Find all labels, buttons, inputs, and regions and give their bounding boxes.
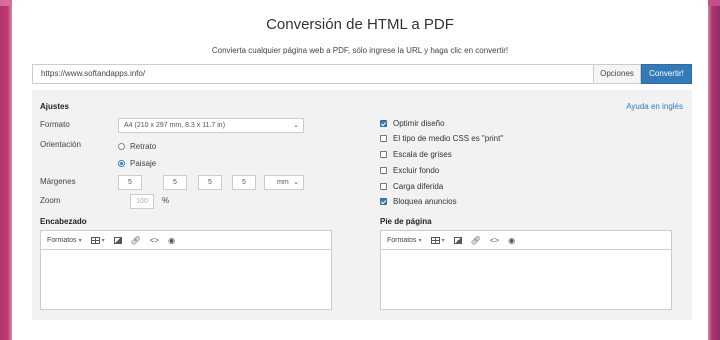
link-button[interactable]: 🔗︎ (471, 236, 481, 245)
radio-landscape-label: Paisaje (130, 159, 157, 168)
radio-portrait[interactable]: Retrato (118, 142, 156, 151)
table-icon (90, 236, 100, 244)
chevron-down-icon: ▾ (101, 237, 105, 244)
checkbox-block-ads[interactable]: Bloquea anuncios (380, 197, 457, 206)
convert-button[interactable]: Convertir! (641, 64, 692, 84)
url-bar: https://www.softandapps.info/ Opciones C… (32, 64, 692, 84)
table-icon (430, 236, 440, 244)
url-input[interactable]: https://www.softandapps.info/ (32, 64, 593, 84)
preview-button[interactable]: ◉ (508, 236, 515, 245)
radio-landscape[interactable]: Paisaje (118, 159, 156, 168)
image-button[interactable] (113, 236, 122, 244)
margins-label: Márgenes (40, 177, 76, 186)
checkbox-indicator[interactable] (380, 135, 387, 142)
margin-left-input[interactable]: 5 (232, 175, 256, 190)
formats-dropdown[interactable]: Formatos ▾ (387, 237, 422, 244)
checkbox-label: Excluir fondo (393, 166, 440, 175)
chevron-down-icon: ⌄ (293, 122, 299, 129)
code-icon: <> (489, 235, 500, 245)
footer-editor-toolbar: Formatos ▾ ▾ 🔗︎ <> ◉ (381, 231, 671, 250)
checkbox-label: El tipo de medio CSS es "print" (393, 134, 504, 143)
page-title: Conversión de HTML a PDF (266, 16, 454, 33)
table-button[interactable]: ▾ (430, 236, 445, 244)
page: Conversión de HTML a PDF Convierta cualq… (12, 0, 708, 340)
orientation-label: Orientación (40, 140, 81, 149)
checkbox-indicator[interactable] (380, 183, 387, 190)
footer-editor[interactable]: Formatos ▾ ▾ 🔗︎ <> ◉ (380, 230, 672, 310)
zoom-unit: % (162, 196, 170, 205)
format-label: Formato (40, 120, 70, 129)
margin-unit-value: mm (277, 179, 289, 186)
preview-icon: ◉ (508, 235, 516, 245)
settings-panel: Ajustes Ayuda en inglés Formato A4 (210 … (32, 90, 692, 320)
checkbox-optimize-layout[interactable]: Optimir diseño (380, 119, 445, 128)
checkbox-exclude-background[interactable]: Excluir fondo (380, 166, 439, 175)
header-editor[interactable]: Formatos ▾ ▾ 🔗︎ <> ◉ (40, 230, 332, 310)
image-icon (453, 236, 462, 244)
code-button[interactable]: <> (150, 236, 159, 245)
footer-editor-title: Pie de página (380, 217, 432, 226)
image-button[interactable] (453, 236, 462, 244)
checkbox-indicator[interactable] (380, 167, 387, 174)
checkbox-label: Bloquea anuncios (393, 197, 457, 206)
preview-icon: ◉ (168, 235, 176, 245)
checkbox-indicator[interactable] (380, 198, 387, 205)
table-button[interactable]: ▾ (90, 236, 105, 244)
formats-label: Formatos (387, 236, 417, 244)
formats-label: Formatos (47, 236, 77, 244)
page-subtitle: Convierta cualquier página web a PDF, só… (211, 46, 509, 55)
chevron-down-icon: ▾ (441, 237, 445, 244)
checkbox-indicator[interactable] (380, 151, 387, 158)
link-icon: 🔗︎ (470, 235, 481, 245)
chevron-down-icon: ▾ (78, 237, 82, 244)
checkbox-indicator[interactable] (380, 120, 387, 127)
checkbox-grayscale[interactable]: Escala de grises (380, 150, 452, 159)
code-icon: <> (149, 235, 160, 245)
margin-bottom-input[interactable]: 5 (198, 175, 222, 190)
formats-dropdown[interactable]: Formatos ▾ (47, 237, 82, 244)
link-button[interactable]: 🔗︎ (131, 236, 141, 245)
checkbox-label: Carga diferida (393, 182, 444, 191)
margin-right-input[interactable]: 5 (163, 175, 187, 190)
zoom-input[interactable]: 100 (130, 194, 154, 209)
radio-landscape-indicator[interactable] (118, 160, 125, 167)
header-editor-title: Encabezado (40, 217, 87, 226)
checkbox-print-media[interactable]: El tipo de medio CSS es "print" (380, 134, 503, 143)
margin-unit-select[interactable]: mm ⌄ (264, 175, 304, 190)
radio-portrait-label: Retrato (130, 142, 157, 151)
format-value: A4 (210 x 297 mm, 8.3 x 11.7 in) (124, 122, 226, 129)
link-icon: 🔗︎ (130, 235, 141, 245)
checkbox-lazy-load[interactable]: Carga diferida (380, 182, 443, 191)
preview-button[interactable]: ◉ (168, 236, 175, 245)
help-link[interactable]: Ayuda en inglés (626, 102, 683, 111)
chevron-down-icon: ▾ (418, 237, 422, 244)
checkbox-label: Optimir diseño (393, 119, 445, 128)
header-editor-toolbar: Formatos ▾ ▾ 🔗︎ <> ◉ (41, 231, 331, 250)
checkbox-label: Escala de grises (393, 150, 452, 159)
zoom-label: Zoom (40, 196, 61, 205)
code-button[interactable]: <> (490, 236, 499, 245)
settings-title: Ajustes (40, 102, 69, 111)
radio-portrait-indicator[interactable] (118, 143, 125, 150)
chevron-down-icon: ⌄ (293, 179, 299, 186)
margin-top-input[interactable]: 5 (118, 175, 142, 190)
options-button[interactable]: Opciones (593, 64, 641, 84)
format-select[interactable]: A4 (210 x 297 mm, 8.3 x 11.7 in) ⌄ (118, 118, 304, 133)
image-icon (113, 236, 122, 244)
